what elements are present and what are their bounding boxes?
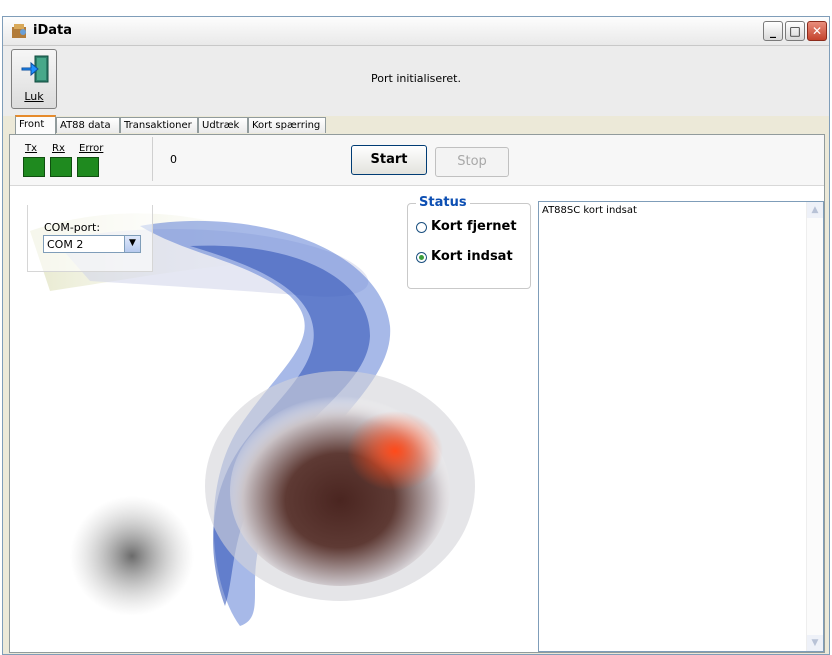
error-indicator [77,157,99,177]
tab-transaktioner[interactable]: Transaktioner [120,117,198,133]
radio-kort-indsat[interactable]: Kort indsat [416,249,526,267]
log-line: AT88SC kort indsat [542,205,637,216]
tx-indicator [23,157,45,177]
com-port-select[interactable]: COM 2 ▼ [43,235,141,253]
tab-udtraek[interactable]: Udtræk [198,117,248,133]
toolbar: Luk Port initialiseret. [3,46,829,116]
control-strip: Tx Rx Error 0 Start Stop [10,135,824,186]
transaction-counter: 0 [170,153,177,166]
luk-button-label: Luk [24,90,44,103]
tab-at88-data[interactable]: AT88 data [56,117,120,133]
radio-kort-indsat-label: Kort indsat [431,249,513,264]
minimize-button[interactable]: _ [763,21,783,41]
rx-indicator [50,157,72,177]
stop-button[interactable]: Stop [435,147,509,177]
log-scrollbar[interactable]: ▲ ▼ [806,202,823,651]
status-legend: Status [416,195,470,210]
app-window: iData _ □ ✕ Luk Port initialiseret. Fron… [2,16,830,655]
window-title: iData [33,23,73,38]
title-bar[interactable]: iData _ □ ✕ [3,17,829,46]
tab-front[interactable]: Front [15,115,56,134]
status-group: Status Kort fjernet Kort indsat [407,195,531,289]
event-log[interactable]: AT88SC kort indsat ▲ ▼ [538,201,824,652]
rx-label: Rx [52,143,65,154]
com-port-value: COM 2 [47,238,84,251]
indicator-group: Tx Rx Error [20,137,153,181]
tab-kort-spaerring[interactable]: Kort spærring [248,117,326,133]
tx-label: Tx [25,143,38,154]
front-tab-panel: Tx Rx Error 0 Start Stop COM-port: COM 2… [9,134,825,653]
com-port-group: COM-port: COM 2 ▼ [27,205,153,272]
scroll-down-icon[interactable]: ▼ [807,635,823,651]
app-icon [12,24,26,38]
error-label: Error [79,143,104,154]
com-port-label: COM-port: [44,221,101,234]
radio-off-icon [416,222,427,233]
maximize-button[interactable]: □ [785,21,805,41]
chevron-down-icon[interactable]: ▼ [124,236,140,252]
close-button[interactable]: ✕ [807,21,827,41]
start-button[interactable]: Start [351,145,427,175]
radio-selected-icon [416,252,427,263]
radio-kort-fjernet[interactable]: Kort fjernet [416,219,526,237]
maximize-icon: □ [789,24,801,38]
close-icon: ✕ [811,24,823,38]
minimize-icon: _ [770,24,776,38]
scroll-up-icon[interactable]: ▲ [807,202,823,218]
radio-kort-fjernet-label: Kort fjernet [431,219,517,234]
port-status-text: Port initialiseret. [371,72,461,85]
